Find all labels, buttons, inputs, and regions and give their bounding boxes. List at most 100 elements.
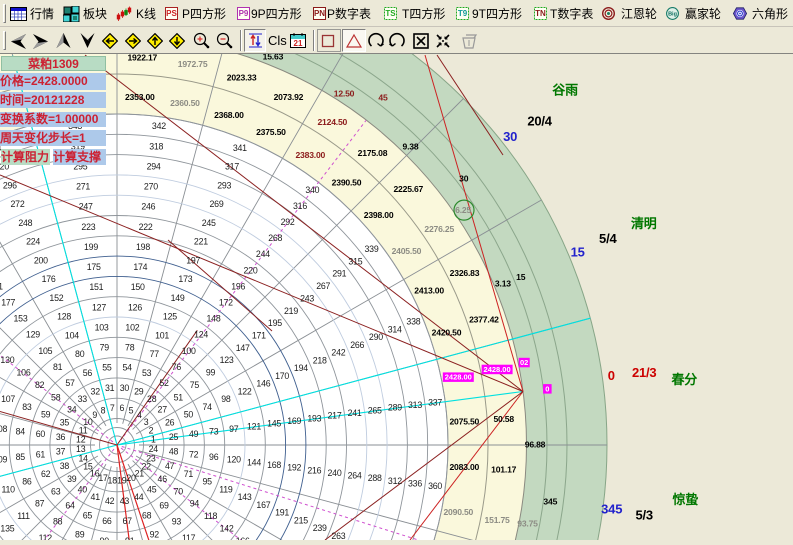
svg-text:2375.50: 2375.50 [256,127,286,137]
svg-text:74: 74 [202,402,212,412]
svg-text:106: 106 [17,368,31,378]
svg-text:272: 272 [11,199,25,209]
svg-text:222: 222 [139,222,153,232]
svg-text:191: 191 [275,508,289,518]
svg-text:194: 194 [294,363,308,373]
svg-text:177: 177 [1,298,15,308]
svg-text:2124.50: 2124.50 [317,117,347,127]
svg-text:45: 45 [378,93,388,103]
svg-text:313: 313 [408,400,422,410]
svg-text:92: 92 [150,529,160,539]
svg-text:70: 70 [174,486,184,496]
svg-text:244: 244 [256,249,270,259]
svg-text:79: 79 [100,343,110,353]
svg-text:195: 195 [268,318,282,328]
svg-text:193: 193 [307,413,321,423]
svg-text:9: 9 [92,410,97,420]
svg-text:121: 121 [247,421,261,431]
svg-text:TN: TN [535,9,546,18]
svg-text:215: 215 [294,516,308,526]
svg-text:110: 110 [1,484,15,494]
svg-text:196: 196 [231,281,245,291]
svg-text:2: 2 [149,425,154,435]
svg-text:39: 39 [67,474,77,484]
svg-text:34: 34 [67,405,77,415]
svg-text:314: 314 [388,324,402,334]
svg-text:296: 296 [3,180,17,190]
svg-text:25: 25 [169,432,179,442]
svg-text:谷雨: 谷雨 [552,83,578,98]
svg-text:58: 58 [51,392,61,402]
svg-text:67: 67 [122,516,132,526]
svg-text:126: 126 [128,302,142,312]
svg-text:42: 42 [105,496,115,506]
svg-text:268: 268 [268,233,282,243]
svg-text:50: 50 [184,410,194,420]
svg-text:12: 12 [76,435,86,445]
svg-text:53: 53 [142,368,152,378]
svg-text:176: 176 [42,274,56,284]
svg-text:336: 336 [408,479,422,489]
svg-text:68: 68 [142,511,152,521]
svg-text:111: 111 [17,511,30,521]
svg-text:30: 30 [459,173,469,183]
svg-text:118: 118 [204,511,218,521]
svg-text:5/4: 5/4 [599,231,617,246]
svg-text:87: 87 [35,499,45,509]
svg-text:02: 02 [520,358,528,367]
svg-text:123: 123 [220,355,234,365]
svg-text:101: 101 [155,330,169,340]
svg-text:0: 0 [545,384,549,393]
svg-text:151.75: 151.75 [485,515,511,525]
svg-text:2090.50: 2090.50 [443,507,473,517]
svg-text:199: 199 [84,242,98,252]
svg-text:119: 119 [219,484,233,494]
svg-text:89: 89 [75,529,85,539]
svg-text:15: 15 [516,272,526,282]
svg-text:50.58: 50.58 [493,414,514,424]
svg-text:88: 88 [53,517,63,527]
svg-text:44: 44 [134,492,144,502]
svg-text:315: 315 [348,256,362,266]
svg-text:174: 174 [133,262,147,272]
svg-text:171: 171 [252,331,266,341]
svg-text:21/3: 21/3 [632,365,657,380]
svg-text:109: 109 [0,455,8,465]
svg-text:125: 125 [163,312,177,322]
svg-text:243: 243 [300,293,314,303]
svg-text:264: 264 [348,471,362,481]
svg-text:28: 28 [147,394,157,404]
svg-text:2276.25: 2276.25 [424,224,454,234]
svg-text:P9: P9 [239,9,249,18]
svg-text:342: 342 [152,121,166,131]
svg-text:99: 99 [206,368,216,378]
svg-text:100: 100 [182,346,196,356]
svg-text:112: 112 [39,533,53,540]
svg-text:65: 65 [83,511,93,521]
svg-text:146: 146 [256,379,270,389]
svg-text:217: 217 [328,411,342,421]
svg-text:124: 124 [194,330,208,340]
svg-text:2405.50: 2405.50 [392,246,422,256]
svg-text:75: 75 [190,380,200,390]
svg-text:3: 3 [144,417,149,427]
svg-text:93.75: 93.75 [517,518,538,528]
svg-text:98: 98 [221,394,231,404]
svg-text:108: 108 [0,424,8,434]
svg-text:91: 91 [125,536,135,540]
svg-text:48: 48 [169,447,179,457]
svg-text:2360.50: 2360.50 [170,98,200,108]
svg-text:247: 247 [79,202,93,212]
svg-text:2428.00: 2428.00 [484,365,511,374]
svg-text:101.17: 101.17 [491,465,517,475]
svg-text:19: 19 [117,476,127,486]
svg-text:43: 43 [120,496,130,506]
svg-text:85: 85 [16,452,26,462]
svg-text:2353.00: 2353.00 [125,92,155,102]
svg-text:224: 224 [26,237,40,247]
svg-text:PS: PS [166,9,177,18]
svg-text:172: 172 [219,298,233,308]
svg-text:2413.00: 2413.00 [414,285,444,295]
svg-text:90: 90 [100,536,110,540]
svg-text:219: 219 [284,306,298,316]
